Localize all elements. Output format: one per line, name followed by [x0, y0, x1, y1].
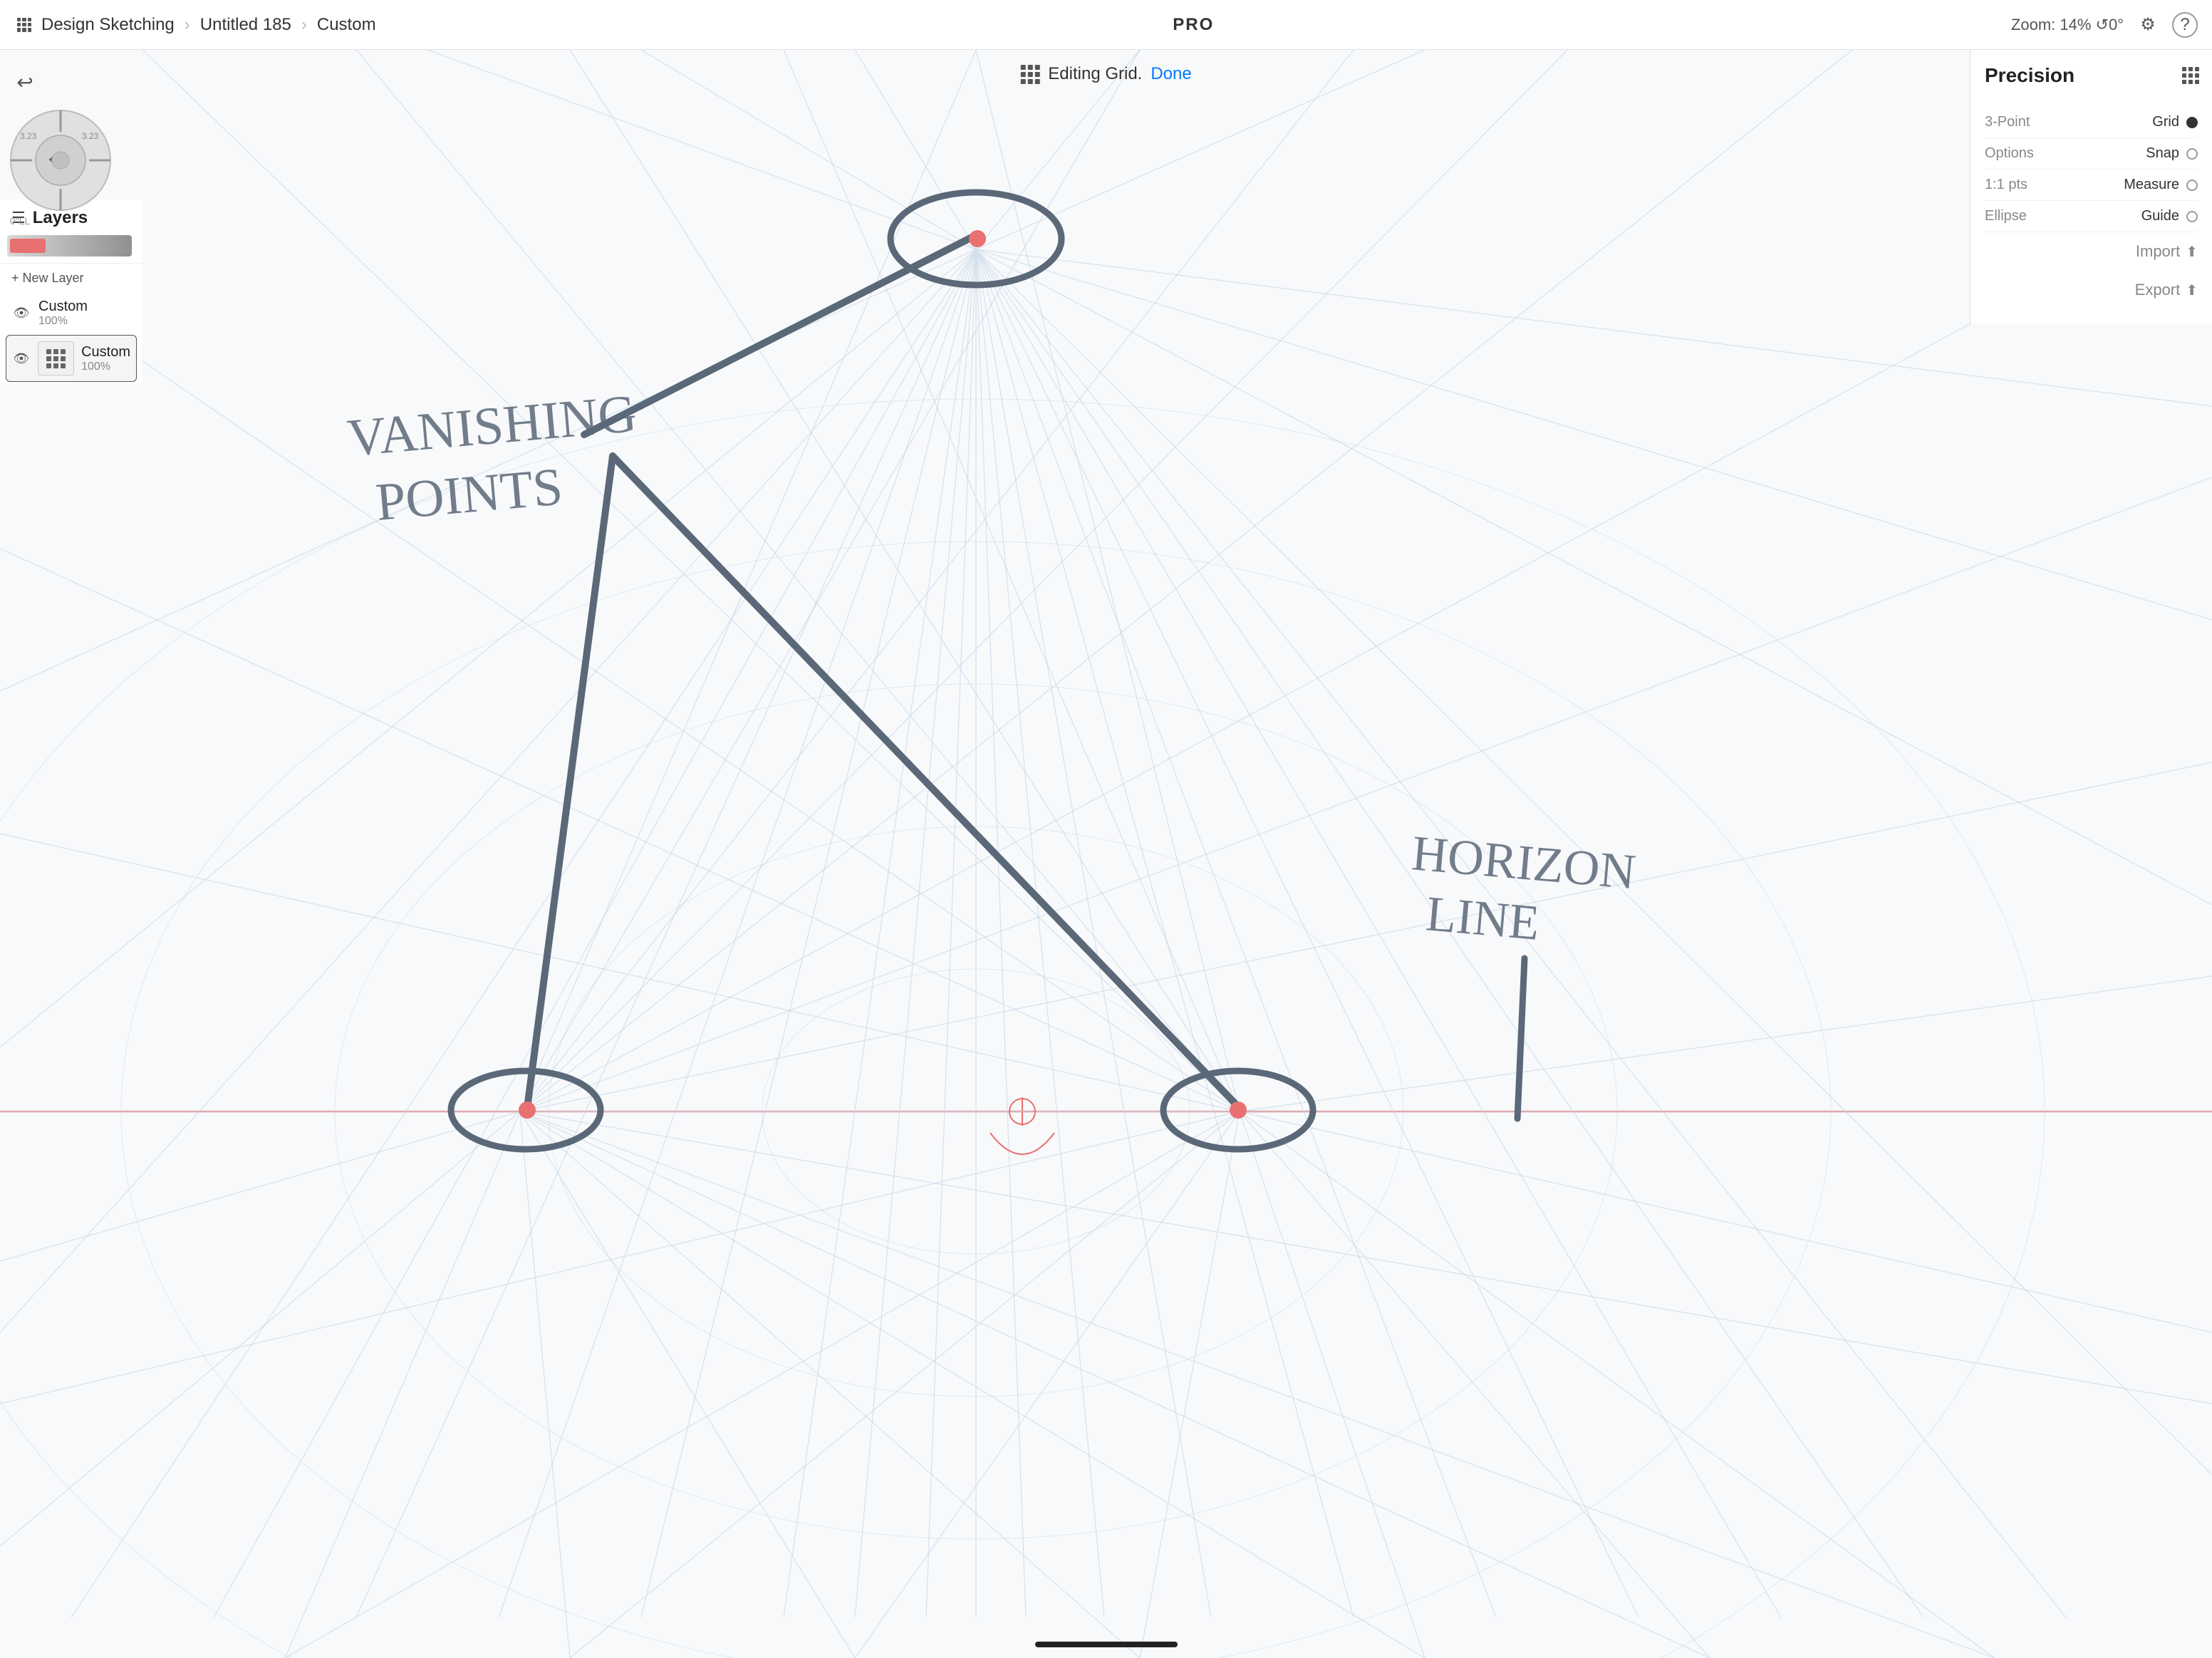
grid-radio[interactable]: [2186, 117, 2198, 128]
app-name: Design Sketching: [41, 15, 175, 35]
export-label: Export: [2135, 281, 2181, 299]
document-title[interactable]: Untitled 185: [200, 15, 291, 35]
left-tools: ↩ 3.23 3.23 ✥ 0"LL: [7, 64, 132, 257]
layer-name: Custom: [38, 299, 88, 315]
precision-row-guide: Ellipse Guide: [1985, 201, 2198, 232]
page-name[interactable]: Custom: [317, 15, 376, 35]
precision-title: Precision: [1985, 64, 2075, 87]
precision-grid-value: Grid: [2152, 114, 2179, 130]
import-button[interactable]: Import ⬆: [1985, 232, 2198, 271]
svg-text:LINE: LINE: [1424, 886, 1542, 951]
precision-grid-icon: [2182, 67, 2198, 84]
editing-bar: Editing Grid. Done: [1020, 64, 1191, 84]
precision-3point-label: 3-Point: [1985, 114, 2030, 130]
precision-row-measure: 1:1 pts Measure: [1985, 170, 2198, 201]
layer-thumb-dots-icon: [41, 343, 71, 374]
color-slider[interactable]: [7, 235, 132, 257]
zoom-level[interactable]: Zoom: 14% ↺0°: [2011, 16, 2124, 34]
topbar-left: Design Sketching › Untitled 185 › Custom: [14, 15, 376, 35]
precision-guide-pair: Guide: [2141, 208, 2198, 224]
layer-info-2: Custom 100%: [81, 344, 130, 373]
precision-grid-pair: Grid: [2152, 114, 2198, 130]
import-icon: ⬆: [2186, 243, 2198, 261]
layer-thumbnail: [38, 341, 74, 375]
topbar-center: PRO: [376, 15, 2011, 35]
precision-snap-pair: Snap: [2146, 145, 2198, 162]
import-label: Import: [2136, 242, 2180, 261]
precision-panel: Precision 3-Point Grid Options Snap 1:1 …: [1970, 50, 2212, 323]
topbar-right: Zoom: 14% ↺0° ⚙ ?: [2011, 12, 2198, 38]
drawing-canvas[interactable]: VANISHING POINTS HORIZON LINE: [0, 50, 2212, 1658]
guide-radio[interactable]: [2186, 211, 2198, 222]
precision-row-grid: 3-Point Grid: [1985, 107, 2198, 138]
layer-visibility-toggle[interactable]: 👁: [11, 304, 31, 323]
pro-badge: PRO: [1173, 15, 1214, 35]
tool-wheel-icon: 3.23 3.23 ✥: [7, 107, 114, 214]
precision-guide-value: Guide: [2141, 208, 2179, 224]
settings-button[interactable]: ⚙: [2135, 12, 2161, 38]
separator-1: ›: [185, 15, 190, 35]
canvas-area[interactable]: Editing Grid. Done: [0, 50, 2212, 1658]
precision-snap-value: Snap: [2146, 145, 2179, 162]
color-swatch[interactable]: [10, 239, 46, 253]
layer-item[interactable]: 👁 Custom 100%: [0, 293, 142, 333]
export-button[interactable]: Export ⬆: [1985, 271, 2198, 309]
grid-icon: [17, 18, 31, 32]
separator-2: ›: [301, 15, 307, 35]
precision-row-snap: Options Snap: [1985, 138, 2198, 170]
precision-pts-label: 1:1 pts: [1985, 177, 2027, 193]
precision-measure-value: Measure: [2124, 177, 2179, 193]
editing-grid-text: Editing Grid.: [1048, 64, 1142, 84]
ruler-labels: 0"LL: [7, 215, 132, 227]
measure-radio[interactable]: [2186, 180, 2198, 191]
precision-header: Precision: [1985, 64, 2198, 87]
export-icon: ⬆: [2186, 281, 2198, 299]
layer-item-selected[interactable]: 👁 Custom 100%: [6, 335, 137, 382]
svg-text:3.23: 3.23: [82, 131, 99, 141]
topbar: Design Sketching › Untitled 185 › Custom…: [0, 0, 2212, 50]
layer-name-2: Custom: [81, 344, 130, 361]
help-button[interactable]: ?: [2172, 12, 2198, 38]
new-layer-button[interactable]: + New Layer: [0, 264, 142, 293]
undo-button[interactable]: ↩: [7, 64, 43, 100]
home-bar: [1035, 1642, 1178, 1647]
apps-button[interactable]: [14, 15, 34, 35]
done-button[interactable]: Done: [1151, 64, 1191, 84]
layer-opacity-2: 100%: [81, 361, 130, 373]
layer-opacity: 100%: [38, 315, 88, 328]
wheel-tool[interactable]: 3.23 3.23 ✥: [7, 107, 114, 214]
svg-text:3.23: 3.23: [20, 131, 37, 141]
ruler-x-label: 0"LL: [10, 215, 132, 227]
precision-options-label: Options: [1985, 145, 2034, 162]
snap-radio[interactable]: [2186, 148, 2198, 160]
layer-info: Custom 100%: [38, 299, 88, 328]
precision-ellipse-label: Ellipse: [1985, 208, 2027, 224]
precision-measure-pair: Measure: [2124, 177, 2198, 193]
layer-visibility-toggle-2[interactable]: 👁: [12, 348, 31, 368]
grid-dots-icon: [1020, 65, 1039, 84]
